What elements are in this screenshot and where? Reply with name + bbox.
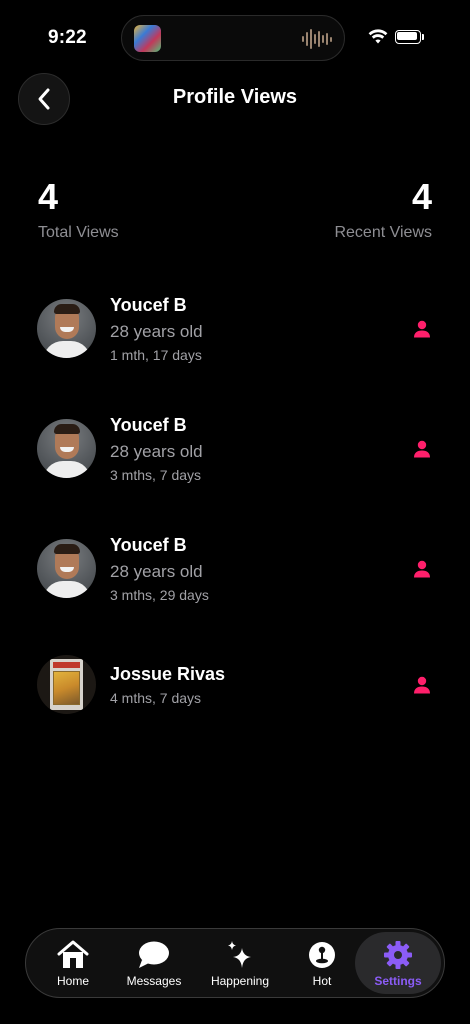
- viewer-viewed-ago: 4 mths, 7 days: [110, 690, 202, 706]
- bottom-tab-bar: Home Messages Happening Hot Settings: [25, 928, 445, 998]
- tab-label: Hot: [312, 974, 332, 988]
- viewer-row[interactable]: Jossue Rivas 4 mths, 7 days: [0, 640, 470, 740]
- status-time: 9:22: [48, 27, 87, 48]
- joystick-icon: [305, 940, 339, 970]
- gear-icon: [381, 940, 415, 970]
- person-icon[interactable]: [413, 440, 431, 458]
- viewer-age: 28 years old: [110, 442, 203, 461]
- recent-views-label: Recent Views: [334, 224, 432, 241]
- viewer-avatar[interactable]: [37, 419, 96, 478]
- viewer-row[interactable]: Youcef B 28 years old 3 mths, 7 days: [0, 400, 470, 500]
- viewer-viewed-ago: 3 mths, 7 days: [110, 467, 202, 483]
- person-icon[interactable]: [413, 676, 431, 694]
- person-icon[interactable]: [413, 560, 431, 578]
- tab-home[interactable]: Home: [46, 929, 100, 997]
- wifi-icon: [368, 29, 388, 44]
- viewer-avatar[interactable]: [37, 539, 96, 598]
- viewer-avatar[interactable]: [37, 299, 96, 358]
- status-bar: 9:22: [0, 0, 470, 72]
- tab-hot[interactable]: Hot: [296, 929, 348, 997]
- viewer-name: Youcef B: [110, 415, 187, 435]
- battery-icon: [395, 30, 425, 44]
- viewer-row[interactable]: Youcef B 28 years old 3 mths, 29 days: [0, 520, 470, 620]
- tab-messages[interactable]: Messages: [119, 929, 189, 997]
- viewer-name: Youcef B: [110, 295, 187, 315]
- tab-happening[interactable]: Happening: [206, 929, 274, 997]
- viewer-age: 28 years old: [110, 562, 203, 581]
- now-playing-artwork: [134, 25, 161, 52]
- tab-settings[interactable]: Settings: [355, 932, 441, 994]
- tab-label: Happening: [210, 974, 270, 988]
- house-icon: [56, 940, 90, 970]
- viewer-viewed-ago: 1 mth, 17 days: [110, 347, 202, 363]
- page-title: Profile Views: [172, 86, 298, 108]
- viewer-avatar[interactable]: [37, 655, 96, 714]
- person-icon[interactable]: [413, 320, 431, 338]
- tab-label: Settings: [374, 974, 422, 988]
- total-views-count: 4: [38, 176, 59, 217]
- viewer-age: 28 years old: [110, 322, 203, 341]
- dynamic-island[interactable]: [121, 15, 345, 61]
- viewer-name: Jossue Rivas: [110, 664, 226, 684]
- audio-waveform-icon: [302, 29, 332, 49]
- viewer-name: Youcef B: [110, 535, 187, 555]
- total-views-label: Total Views: [38, 224, 119, 241]
- recent-views-count: 4: [411, 176, 432, 217]
- viewer-viewed-ago: 3 mths, 29 days: [110, 587, 209, 603]
- viewer-row[interactable]: Youcef B 28 years old 1 mth, 17 days: [0, 280, 470, 380]
- chat-bubble-icon: [137, 940, 171, 970]
- tab-label: Messages: [126, 974, 182, 988]
- tab-label: Home: [56, 974, 89, 988]
- sparkles-icon: [223, 940, 257, 970]
